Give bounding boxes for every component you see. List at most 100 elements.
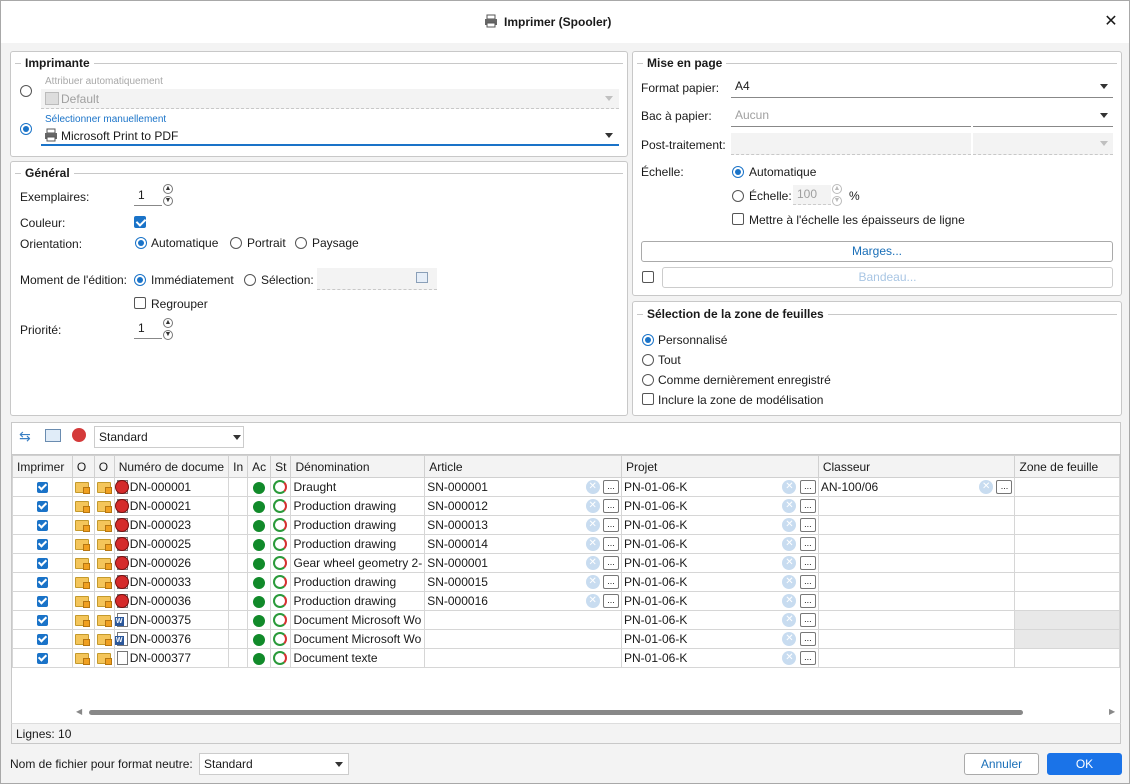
paper-format-select[interactable]: A4 xyxy=(731,76,1113,98)
open-folder-icon[interactable] xyxy=(96,482,112,495)
browse-button[interactable]: ... xyxy=(799,613,816,628)
scroll-left-icon[interactable]: ◀ xyxy=(76,707,82,716)
include-model-checkbox[interactable] xyxy=(642,393,654,405)
folder-icon[interactable] xyxy=(74,501,90,514)
chevron-down-icon[interactable] xyxy=(605,133,613,138)
print-checkbox[interactable] xyxy=(36,653,48,665)
refresh-icon[interactable]: ⇆ xyxy=(19,428,31,445)
open-folder-icon[interactable] xyxy=(96,577,112,590)
sheet-custom-radio[interactable] xyxy=(642,334,654,346)
scrollbar-thumb[interactable] xyxy=(89,710,1023,715)
clear-icon[interactable]: ✕ xyxy=(782,537,797,552)
column-header[interactable]: Dénomination xyxy=(290,455,426,478)
scale-manual-radio[interactable] xyxy=(732,190,744,202)
clear-icon[interactable]: ✕ xyxy=(782,613,797,628)
browse-button[interactable]: ... xyxy=(602,575,619,590)
folder-icon[interactable] xyxy=(74,520,90,533)
folder-icon[interactable] xyxy=(74,558,90,571)
clear-icon[interactable]: ✕ xyxy=(782,518,797,533)
table-row[interactable]: DN-000377 Document texte PN-01-06-K ✕ ... xyxy=(12,648,1120,668)
chevron-down-icon[interactable] xyxy=(233,435,241,440)
moment-selection-radio[interactable] xyxy=(244,274,256,286)
print-checkbox[interactable] xyxy=(36,558,48,570)
browse-button[interactable]: ... xyxy=(799,575,816,590)
chevron-down-icon[interactable] xyxy=(1100,113,1108,118)
folder-icon[interactable] xyxy=(74,596,90,609)
browse-button[interactable]: ... xyxy=(602,594,619,609)
column-header[interactable]: Classeur xyxy=(817,455,1016,478)
open-folder-icon[interactable] xyxy=(96,501,112,514)
clear-icon[interactable]: ✕ xyxy=(585,575,600,590)
manual-printer-radio[interactable] xyxy=(20,123,32,135)
clear-icon[interactable]: ✕ xyxy=(782,499,797,514)
clear-icon[interactable]: ✕ xyxy=(782,575,797,590)
print-checkbox[interactable] xyxy=(36,482,48,494)
open-folder-icon[interactable] xyxy=(96,558,112,571)
chevron-down-icon[interactable] xyxy=(1100,84,1108,89)
table-row[interactable]: DN-000026 Gear wheel geometry 2- SN-000001… xyxy=(12,553,1120,573)
browse-button[interactable]: ... xyxy=(799,480,816,495)
scale-stepper[interactable]: 100 xyxy=(793,185,831,205)
auto-printer-radio[interactable] xyxy=(20,85,32,97)
browse-button[interactable]: ... xyxy=(799,556,816,571)
column-header[interactable]: Zone de feuille xyxy=(1014,455,1120,478)
delete-icon[interactable] xyxy=(72,428,86,442)
decrement-icon[interactable]: ▼ xyxy=(163,330,173,340)
browse-button[interactable]: ... xyxy=(799,651,816,666)
clear-icon[interactable]: ✕ xyxy=(585,480,600,495)
table-row[interactable]: DN-000001 Draught SN-000001 ✕ ... PN-01-06-K… xyxy=(12,477,1120,497)
tray-extra-select[interactable] xyxy=(973,105,1113,127)
scale-auto-radio[interactable] xyxy=(732,166,744,178)
orientation-portrait-radio[interactable] xyxy=(230,237,242,249)
sheet-all-radio[interactable] xyxy=(642,354,654,366)
table-row[interactable]: DN-000376 Document Microsoft Wo PN-01-06-K… xyxy=(12,629,1120,649)
group-checkbox[interactable] xyxy=(134,297,146,309)
folder-icon[interactable] xyxy=(74,634,90,647)
column-header[interactable]: In xyxy=(228,455,249,478)
folder-icon[interactable] xyxy=(74,539,90,552)
browse-button[interactable]: ... xyxy=(799,632,816,647)
column-header[interactable]: O xyxy=(71,455,95,478)
column-header[interactable]: Projet xyxy=(620,455,819,478)
orientation-auto-radio[interactable] xyxy=(135,237,147,249)
clear-icon[interactable]: ✕ xyxy=(782,632,797,647)
folder-icon[interactable] xyxy=(74,577,90,590)
column-header[interactable]: Numéro de docume xyxy=(113,455,230,478)
tray-select[interactable]: Aucun xyxy=(731,105,971,127)
cancel-button[interactable]: Annuler xyxy=(964,753,1039,775)
open-folder-icon[interactable] xyxy=(96,520,112,533)
clear-icon[interactable]: ✕ xyxy=(979,480,994,495)
print-checkbox[interactable] xyxy=(36,520,48,532)
print-checkbox[interactable] xyxy=(36,539,48,551)
column-header[interactable]: Ac xyxy=(247,455,272,478)
clear-icon[interactable]: ✕ xyxy=(585,537,600,552)
calendar-icon[interactable] xyxy=(416,272,428,283)
open-folder-icon[interactable] xyxy=(96,653,112,666)
browse-button[interactable]: ... xyxy=(602,556,619,571)
clear-icon[interactable]: ✕ xyxy=(782,594,797,609)
browse-button[interactable]: ... xyxy=(799,537,816,552)
table-row[interactable]: DN-000375 Document Microsoft Wo PN-01-06-K… xyxy=(12,610,1120,630)
orientation-landscape-radio[interactable] xyxy=(295,237,307,249)
color-checkbox[interactable] xyxy=(134,216,146,228)
clear-icon[interactable]: ✕ xyxy=(782,651,797,666)
browse-button[interactable]: ... xyxy=(799,594,816,609)
table-row[interactable]: DN-000025 Production drawing SN-000014 ✕ ..… xyxy=(12,534,1120,554)
manual-printer-select[interactable]: Microsoft Print to PDF xyxy=(41,126,619,146)
table-row[interactable]: DN-000021 Production drawing SN-000012 ✕ ..… xyxy=(12,496,1120,516)
clear-icon[interactable]: ✕ xyxy=(585,518,600,533)
print-checkbox[interactable] xyxy=(36,615,48,627)
print-checkbox[interactable] xyxy=(36,596,48,608)
column-header[interactable]: O xyxy=(93,455,115,478)
column-header[interactable]: Imprimer xyxy=(12,455,73,478)
table-row[interactable]: DN-000023 Production drawing SN-000013 ✕ ..… xyxy=(12,515,1120,535)
open-folder-icon[interactable] xyxy=(96,539,112,552)
ok-button[interactable]: OK xyxy=(1047,753,1122,775)
banner-button[interactable]: Bandeau... xyxy=(662,267,1113,288)
increment-icon[interactable]: ▲ xyxy=(163,184,173,194)
profile-select[interactable]: Standard xyxy=(94,426,244,448)
folder-icon[interactable] xyxy=(74,653,90,666)
column-header[interactable]: Article xyxy=(424,455,622,478)
open-folder-icon[interactable] xyxy=(96,596,112,609)
close-icon[interactable]: ✕ xyxy=(1101,11,1121,31)
